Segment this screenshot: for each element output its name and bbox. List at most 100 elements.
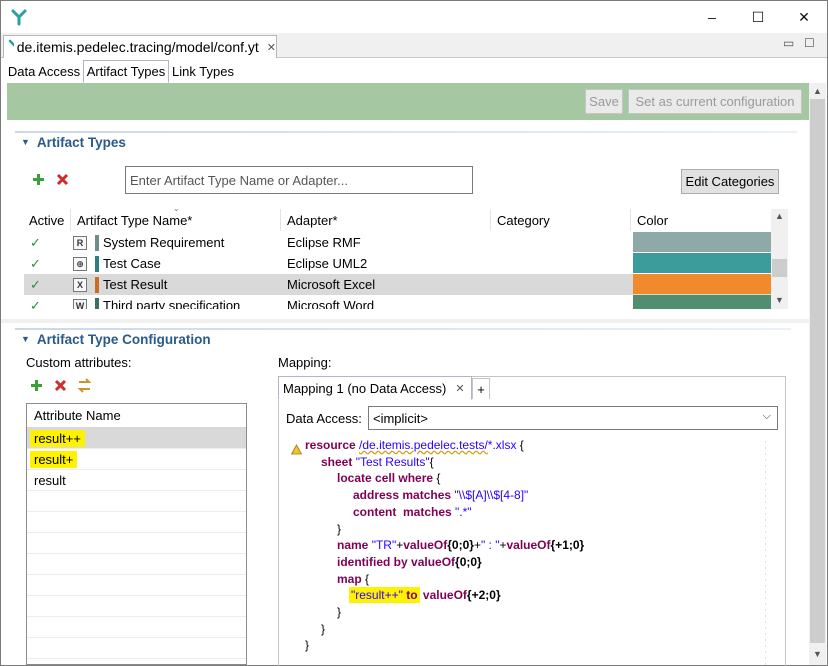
scroll-thumb[interactable] — [772, 259, 787, 277]
table-row[interactable]: ✓ R System Requirement Eclipse RMF — [24, 232, 771, 253]
color-swatch[interactable] — [633, 274, 771, 294]
column-category[interactable]: Category — [493, 209, 631, 231]
color-marker — [95, 297, 99, 309]
delete-icon[interactable] — [55, 172, 70, 187]
artifact-type-name: Test Result — [103, 277, 168, 292]
collapse-icon: ▼ — [21, 334, 30, 344]
set-current-config-button[interactable]: Set as current configuration — [628, 89, 802, 114]
scroll-down-icon[interactable]: ▼ — [775, 295, 784, 305]
scroll-up-icon[interactable]: ▲ — [813, 86, 822, 96]
minimize-button[interactable]: – — [689, 1, 735, 33]
category-cell[interactable] — [493, 253, 631, 274]
column-color[interactable]: Color — [633, 209, 771, 231]
add-attribute-icon[interactable] — [29, 378, 44, 393]
table-scrollbar[interactable]: ▲ ▼ — [771, 209, 788, 309]
data-access-select[interactable]: <implicit> ⌵ — [368, 406, 778, 430]
empty-row — [27, 617, 246, 638]
adapter-cell[interactable]: Microsoft Excel — [283, 274, 491, 295]
window-scrollbar[interactable]: ▲ ▼ — [809, 83, 826, 665]
tab-link-types[interactable]: Link Types — [169, 60, 237, 83]
color-swatch[interactable] — [633, 253, 771, 273]
close-button[interactable]: ✕ — [781, 1, 827, 33]
adapter-cell[interactable]: Microsoft Word — [283, 295, 491, 309]
editor-minimize-icon[interactable]: ▭ — [783, 36, 794, 50]
attribute-list: Attribute Name result++ result+ result — [26, 403, 247, 665]
mapping-tab[interactable]: Mapping 1 (no Data Access) ✕ — [278, 376, 472, 400]
active-check-icon[interactable]: ✓ — [26, 232, 70, 253]
table-row[interactable]: ✓ W Third party specification Microsoft Wor… — [24, 295, 771, 309]
category-cell[interactable] — [493, 295, 631, 309]
artifact-name-cell[interactable]: R System Requirement — [73, 232, 281, 253]
mapping-label: Mapping: — [278, 355, 332, 370]
data-access-value: <implicit> — [373, 410, 428, 426]
file-icon — [8, 39, 14, 47]
attribute-row[interactable]: result++ — [27, 428, 246, 449]
empty-row — [27, 533, 246, 554]
empty-row — [27, 638, 246, 659]
attribute-name: result+ — [30, 450, 78, 468]
attribute-name-header[interactable]: Attribute Name — [27, 404, 246, 428]
edit-categories-button[interactable]: Edit Categories — [681, 169, 779, 194]
delete-attribute-icon[interactable] — [53, 378, 68, 393]
active-check-icon[interactable]: ✓ — [26, 274, 70, 295]
mapping-tab-close-icon[interactable]: ✕ — [455, 382, 464, 395]
empty-row — [27, 596, 246, 617]
artifact-type-icon: X — [73, 277, 87, 292]
empty-row — [27, 575, 246, 596]
artifact-type-config-section-header[interactable]: ▼ Artifact Type Configuration — [21, 328, 211, 350]
editor-tab-close-icon[interactable]: ✕ — [267, 41, 276, 54]
color-marker — [95, 255, 99, 272]
adapter-cell[interactable]: Eclipse UML2 — [283, 253, 491, 274]
artifact-search-input[interactable]: Enter Artifact Type Name or Adapter... — [125, 166, 473, 194]
save-button[interactable]: Save — [585, 89, 623, 114]
add-mapping-tab[interactable]: + — [472, 378, 490, 399]
app-logo-icon — [11, 9, 27, 26]
artifact-type-name: System Requirement — [103, 235, 225, 250]
mapping-code-editor[interactable]: resource /de.itemis.pedelec.tests/*.xlsx… — [285, 437, 771, 665]
code-ruler — [758, 441, 772, 665]
adapter-cell[interactable]: Eclipse RMF — [283, 232, 491, 253]
title-bar: – ☐ ✕ — [1, 1, 827, 33]
maximize-button[interactable]: ☐ — [735, 1, 781, 33]
tab-artifact-types[interactable]: Artifact Types — [83, 60, 169, 83]
color-marker — [95, 276, 99, 293]
artifact-type-name: Test Case — [103, 256, 161, 271]
artifact-name-cell[interactable]: ⊕ Test Case — [73, 253, 281, 274]
add-icon[interactable] — [31, 172, 46, 187]
editor-tab[interactable]: de.itemis.pedelec.tracing/model/conf.yt … — [3, 35, 277, 58]
mapping-tab-label: Mapping 1 (no Data Access) — [283, 380, 447, 396]
artifact-type-icon: ⊕ — [73, 256, 87, 271]
artifact-type-icon: W — [73, 298, 87, 309]
attribute-name: result++ — [30, 429, 85, 447]
artifact-name-cell[interactable]: X Test Result — [73, 274, 281, 295]
table-row[interactable]: ✓ ⊕ Test Case Eclipse UML2 — [24, 253, 771, 274]
panel-splitter[interactable] — [1, 319, 809, 323]
artifact-type-name: Third party specification — [103, 298, 241, 309]
active-check-icon[interactable]: ✓ — [26, 253, 70, 274]
artifact-types-section-header[interactable]: ▼ Artifact Types — [21, 131, 126, 153]
category-cell[interactable] — [493, 232, 631, 253]
artifact-name-cell[interactable]: W Third party specification — [73, 295, 281, 309]
sort-indicator-icon: ⌄ — [173, 204, 180, 213]
editor-maximize-icon[interactable]: ☐ — [804, 36, 815, 50]
rename-attribute-icon[interactable] — [76, 377, 93, 394]
editor-tab-bar: de.itemis.pedelec.tracing/model/conf.yt … — [1, 33, 827, 58]
section-title: Artifact Type Configuration — [36, 331, 211, 347]
table-row[interactable]: ✓ X Test Result Microsoft Excel — [24, 274, 771, 295]
attribute-row[interactable]: result — [27, 470, 246, 491]
attribute-name: result — [34, 472, 66, 488]
column-active[interactable]: Active — [25, 209, 71, 231]
scroll-up-icon[interactable]: ▲ — [775, 211, 784, 221]
active-check-icon[interactable]: ✓ — [26, 295, 70, 310]
color-swatch[interactable] — [633, 295, 771, 309]
empty-row — [27, 512, 246, 533]
attribute-row[interactable]: result+ — [27, 449, 246, 470]
artifact-type-icon: R — [73, 235, 87, 250]
column-adapter[interactable]: Adapter* — [283, 209, 491, 231]
tab-data-access[interactable]: Data Access — [5, 60, 83, 83]
scroll-thumb[interactable] — [810, 99, 825, 643]
chevron-down-icon: ⌵ — [762, 410, 771, 422]
category-cell[interactable] — [493, 274, 631, 295]
color-swatch[interactable] — [633, 232, 771, 252]
scroll-down-icon[interactable]: ▼ — [813, 649, 822, 659]
